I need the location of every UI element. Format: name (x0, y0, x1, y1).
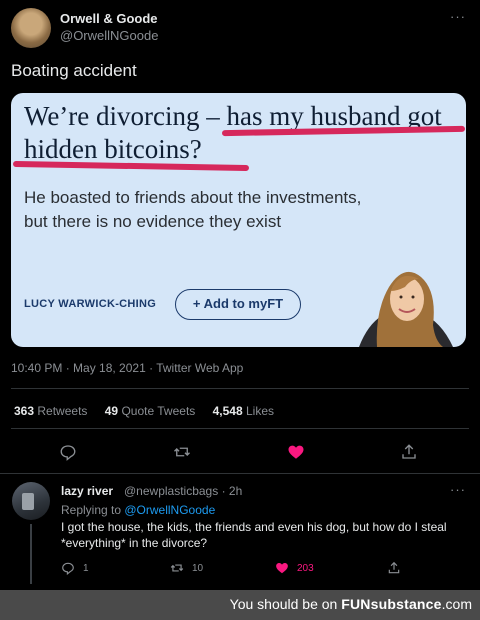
likes-stat[interactable]: 4,548 Likes (213, 404, 274, 418)
more-options-icon[interactable]: ··· (450, 9, 466, 24)
tweet-timestamp[interactable]: 10:40 PM · May 18, 2021 · Twitter Web Ap… (11, 361, 243, 375)
article-standfirst: He boasted to friends about the investme… (24, 188, 362, 231)
quote-tweets-stat[interactable]: 49 Quote Tweets (105, 404, 196, 418)
reply-icon (62, 562, 74, 575)
retweet-icon[interactable] (173, 443, 191, 461)
watermark-bar: You should be on FUNsubstance.com (0, 590, 480, 620)
like-icon[interactable] (287, 443, 305, 461)
share-icon (388, 561, 400, 574)
author-handle[interactable]: @OrwellNGoode (60, 28, 158, 43)
reply-reply-button[interactable]: 1 (61, 561, 89, 575)
reply-more-options-icon[interactable]: ··· (450, 482, 466, 497)
retweets-stat[interactable]: 363 Retweets (14, 404, 87, 418)
article-author[interactable]: LUCY WARWICK-CHING (24, 298, 156, 310)
reply-text: I got the house, the kids, the friends a… (61, 520, 447, 550)
reply-icon[interactable] (59, 443, 77, 461)
replying-to-link[interactable]: @OrwellNGoode (124, 503, 215, 517)
reply-author-avatar[interactable] (12, 482, 50, 520)
reply-reply-count: 1 (83, 562, 89, 574)
watermark-text: You should be on FUNsubstance.com (229, 596, 472, 612)
reply-display-name[interactable]: lazy river (61, 484, 113, 498)
like-icon (276, 563, 288, 574)
share-icon[interactable] (400, 443, 418, 461)
retweet-icon (170, 564, 184, 572)
reply-retweet-button[interactable]: 10 (170, 561, 203, 575)
tweet-text: Boating accident (11, 61, 137, 80)
divider (0, 473, 480, 474)
add-to-myft-button[interactable]: + Add to myFT (175, 289, 301, 320)
divider (11, 428, 469, 429)
reply-handle-time[interactable]: @newplasticbags · 2h (124, 484, 242, 498)
reply-retweet-count: 10 (192, 562, 204, 574)
article-card[interactable]: We’re divorcing – has my husband got hid… (11, 93, 466, 347)
engagement-stats: 363 Retweets 49 Quote Tweets 4,548 Likes (14, 404, 274, 418)
thread-line (30, 524, 32, 584)
author-display-name[interactable]: Orwell & Goode (60, 11, 158, 26)
divider (11, 388, 469, 389)
author-avatar[interactable] (11, 8, 51, 48)
reply-like-count: 203 (297, 562, 314, 574)
reply-share-button[interactable] (387, 561, 401, 575)
author-photo (359, 271, 453, 347)
replying-to: Replying to @OrwellNGoode (61, 503, 216, 517)
reply-like-button[interactable]: 203 (275, 561, 314, 575)
